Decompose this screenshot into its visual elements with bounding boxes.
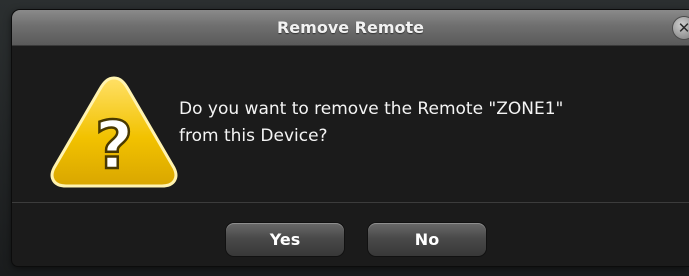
dialog-divider xyxy=(12,202,689,203)
message-line-2: from this Device? xyxy=(179,126,328,146)
yes-button[interactable]: Yes xyxy=(226,223,344,256)
no-button[interactable]: No xyxy=(368,223,486,256)
dialog-title: Remove Remote xyxy=(276,18,425,37)
question-mark-glyph: ? xyxy=(95,107,133,184)
close-icon[interactable]: ✕ xyxy=(673,17,689,39)
question-warning-icon: ? xyxy=(50,76,178,188)
dialog-message: Do you want to remove the Remote "ZONE1"… xyxy=(179,96,679,150)
dialog-titlebar: Remove Remote ✕ xyxy=(12,10,689,46)
remove-remote-dialog: Remove Remote ✕ ? Do you want to remove … xyxy=(12,10,689,266)
message-line-1: Do you want to remove the Remote "ZONE1" xyxy=(179,99,564,119)
